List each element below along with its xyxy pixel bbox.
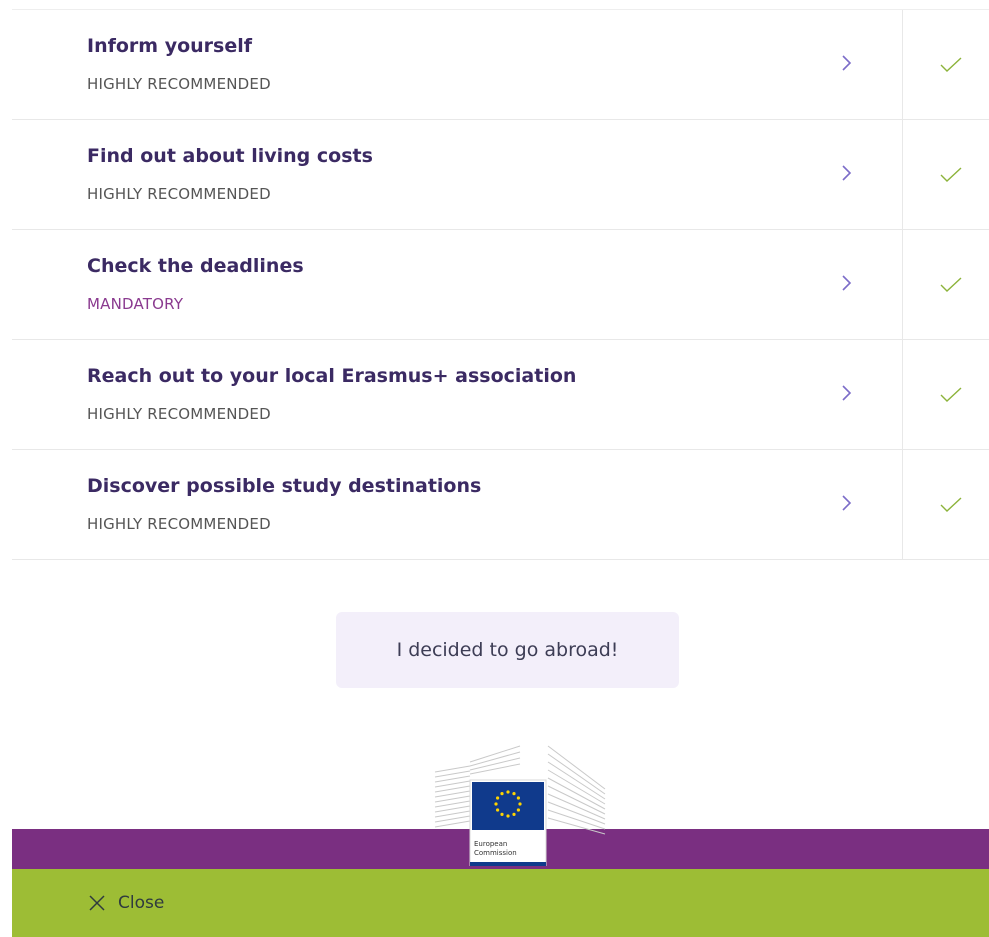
chevron-right-icon[interactable] [832, 378, 862, 408]
chevron-right-icon[interactable] [832, 488, 862, 518]
step-title: Discover possible study destinations [87, 475, 482, 497]
step-row-study-destinations[interactable]: Discover possible study destinations HIG… [12, 450, 989, 560]
step-row-deadlines[interactable]: Check the deadlines MANDATORY [12, 230, 989, 340]
chevron-right-icon[interactable] [832, 158, 862, 188]
step-row-inform-yourself[interactable]: Inform yourself HIGHLY RECOMMENDED [12, 10, 989, 120]
logo-line-1: European [474, 840, 507, 848]
checkmark-icon[interactable] [936, 49, 966, 79]
step-level: HIGHLY RECOMMENDED [87, 185, 271, 203]
close-label: Close [118, 893, 165, 913]
step-title: Reach out to your local Erasmus+ associa… [87, 365, 577, 387]
step-row-erasmus-association[interactable]: Reach out to your local Erasmus+ associa… [12, 340, 989, 450]
column-divider [902, 450, 903, 560]
checkmark-icon[interactable] [936, 379, 966, 409]
step-level: HIGHLY RECOMMENDED [87, 75, 271, 93]
step-level: HIGHLY RECOMMENDED [87, 405, 271, 423]
european-commission-logo: European Commission [434, 745, 606, 866]
chevron-right-icon[interactable] [832, 268, 862, 298]
column-divider [902, 230, 903, 340]
step-row-living-costs[interactable]: Find out about living costs HIGHLY RECOM… [12, 120, 989, 230]
column-divider [902, 340, 903, 450]
step-level-mandatory: MANDATORY [87, 295, 184, 313]
steps-list: Inform yourself HIGHLY RECOMMENDED Find … [12, 10, 989, 560]
checkmark-icon[interactable] [936, 269, 966, 299]
close-button[interactable]: Close [88, 893, 164, 913]
step-level: HIGHLY RECOMMENDED [87, 515, 271, 533]
checkmark-icon[interactable] [936, 489, 966, 519]
chevron-right-icon[interactable] [832, 48, 862, 78]
column-divider [902, 120, 903, 230]
step-title: Check the deadlines [87, 255, 304, 277]
step-title: Inform yourself [87, 35, 253, 57]
logo-line-2: Commission [474, 849, 517, 857]
step-title: Find out about living costs [87, 145, 373, 167]
close-icon[interactable] [88, 894, 106, 912]
column-divider [902, 10, 903, 120]
decided-to-go-abroad-button[interactable]: I decided to go abroad! [336, 612, 679, 688]
checkmark-icon[interactable] [936, 159, 966, 189]
